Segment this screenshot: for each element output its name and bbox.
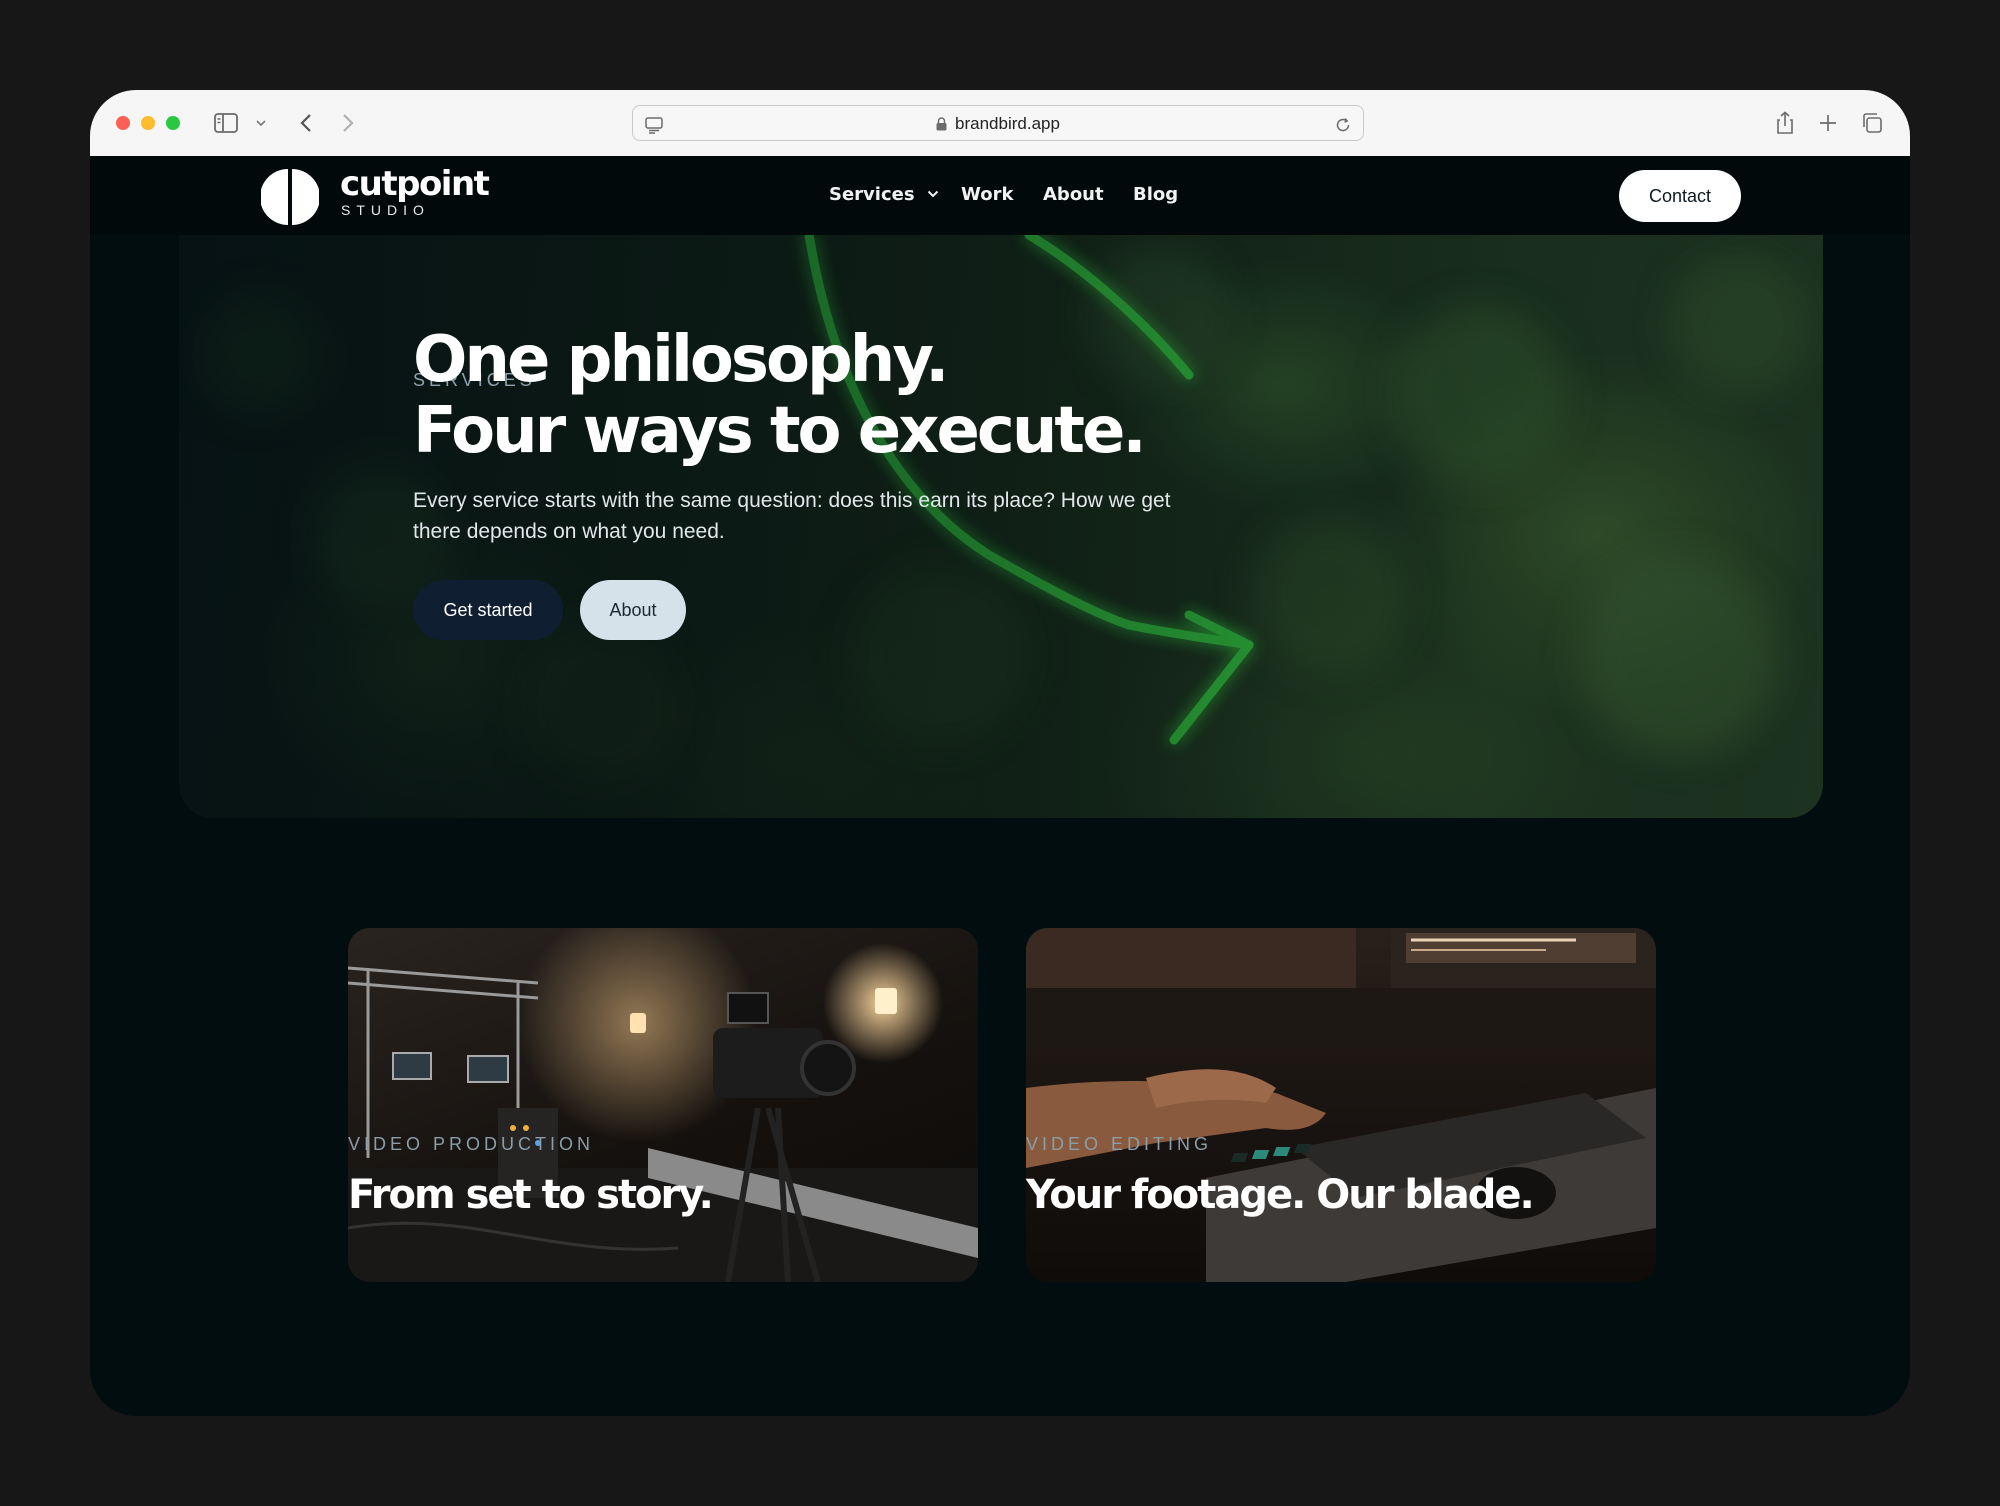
service-label: VIDEO PRODUCTION	[348, 1134, 595, 1154]
close-window-button[interactable]	[116, 116, 130, 130]
chevron-down-icon	[927, 190, 939, 198]
chevron-down-icon[interactable]	[254, 108, 268, 138]
nav-about[interactable]: About	[1043, 184, 1104, 205]
new-tab-icon[interactable]	[1817, 108, 1839, 138]
hero-title-line-1: One philosophy.	[413, 323, 949, 397]
contact-button[interactable]: Contact	[1619, 170, 1741, 222]
address-bar[interactable]: brandbird.app	[632, 105, 1364, 141]
url-text: brandbird.app	[955, 114, 1060, 133]
browser-toolbar: brandbird.app	[90, 90, 1910, 157]
share-icon[interactable]	[1773, 108, 1797, 138]
about-button[interactable]: About	[580, 580, 686, 640]
hero-title: One philosophy. Four ways to execute.	[413, 323, 1147, 468]
video-production-image[interactable]	[348, 928, 978, 1282]
forward-icon[interactable]	[338, 108, 358, 138]
site-header: cutpoint STUDIO Services Work About Blog…	[90, 156, 1910, 235]
service-title[interactable]: From set to story.	[348, 1172, 714, 1218]
video-editing-image[interactable]	[1026, 928, 1656, 1282]
browser-window: brandbird.app cutpoint STUDIO Services W…	[90, 90, 1910, 1416]
nav-services[interactable]: Services	[829, 184, 939, 205]
nav-services-label: Services	[829, 184, 915, 205]
hero-subtitle: Every service starts with the same quest…	[413, 489, 1171, 543]
logo-name[interactable]: cutpoint	[340, 164, 490, 204]
get-started-button[interactable]: Get started	[413, 580, 563, 640]
back-icon[interactable]	[296, 108, 316, 138]
sidebar-toggle-icon[interactable]	[212, 108, 240, 138]
service-title[interactable]: Your footage. Our blade.	[1026, 1172, 1535, 1218]
logo-tagline: STUDIO	[341, 202, 430, 218]
cutpoint-logo-icon[interactable]	[261, 168, 319, 226]
hero-title-line-2: Four ways to execute.	[413, 394, 1147, 468]
service-label: VIDEO EDITING	[1026, 1134, 1213, 1154]
lock-icon	[936, 116, 947, 136]
nav-blog[interactable]: Blog	[1133, 184, 1178, 205]
tab-overview-icon[interactable]	[1860, 108, 1884, 138]
reload-icon[interactable]	[1333, 110, 1353, 140]
nav-work[interactable]: Work	[961, 184, 1013, 205]
zoom-window-button[interactable]	[166, 116, 180, 130]
minimize-window-button[interactable]	[141, 116, 155, 130]
